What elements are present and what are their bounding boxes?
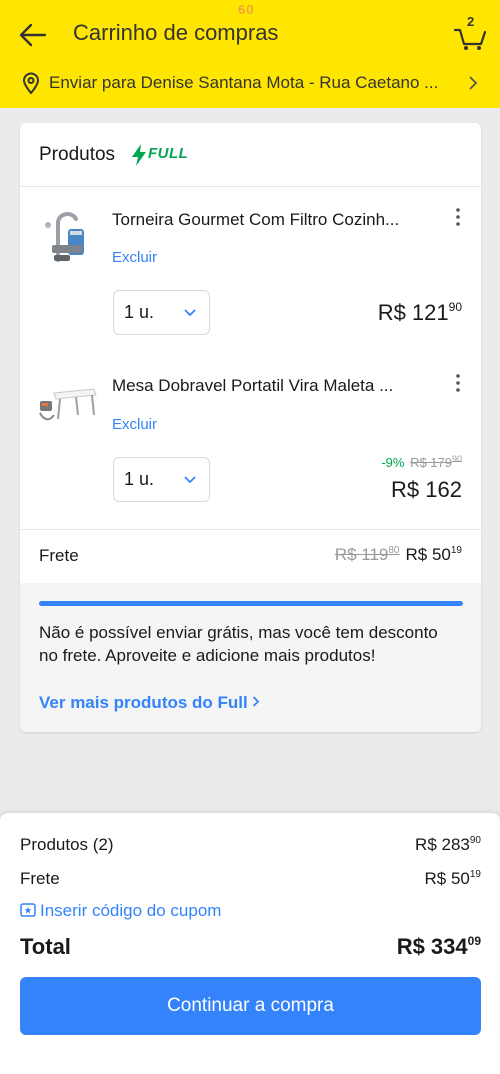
promo-message: Não é possível enviar grátis, mas você t… — [39, 623, 438, 665]
shipping-progress-bar — [39, 601, 463, 606]
summary-freight-cents: 19 — [469, 869, 481, 880]
page-title: Carrinho de compras — [73, 20, 279, 45]
card-header: Produtos FULL — [20, 123, 481, 187]
quantity-value: 1 u. — [124, 302, 155, 322]
summary-total-row: Total R$ 33409 — [20, 934, 481, 960]
shipping-address-text: Enviar para Denise Santana Mota - Rua Ca… — [49, 73, 439, 92]
cart-item: Torneira Gourmet Com Filtro Cozinh... Ex… — [20, 187, 481, 353]
price-cents: 90 — [448, 300, 462, 314]
total-integer: R$ 334 — [396, 934, 468, 959]
summary-products-label: Produtos (2) — [20, 835, 114, 854]
freight-label: Frete — [39, 546, 79, 565]
freight-row: Frete R$ 11980 R$ 5019 — [20, 529, 481, 583]
price-integer: R$ 162 — [391, 477, 462, 502]
freight-original-integer: R$ 119 — [334, 545, 389, 564]
cart-button[interactable]: 2 — [452, 12, 488, 52]
lightning-icon — [132, 144, 146, 166]
remove-link[interactable]: Excluir — [112, 416, 157, 433]
discount-percent: -9% — [381, 455, 405, 470]
shipping-address-bar[interactable]: Enviar para Denise Santana Mota - Rua Ca… — [0, 60, 500, 106]
total-value: R$ 33409 — [397, 934, 481, 960]
full-badge-label: FULL — [148, 145, 189, 162]
product-name[interactable]: Mesa Dobravel Portatil Vira Maleta ... — [112, 376, 432, 396]
total-cents: 09 — [467, 934, 481, 948]
freight-price-cents: 19 — [450, 545, 462, 556]
product-name[interactable]: Torneira Gourmet Com Filtro Cozinh... — [112, 210, 432, 230]
original-price: R$ 17990 — [410, 454, 462, 470]
cart-item: Mesa Dobravel Portatil Vira Maleta ... E… — [20, 353, 481, 529]
quantity-value: 1 u. — [124, 469, 155, 489]
folding-table-thumbnail — [39, 388, 97, 421]
freight-original-cents: 80 — [388, 545, 400, 556]
summary-freight-row: Frete R$ 5019 — [20, 869, 481, 889]
price-integer: R$ 121 — [377, 300, 449, 325]
freight-original-price: R$ 11980 — [335, 545, 400, 564]
summary-products-row: Produtos (2) R$ 28390 — [20, 835, 481, 855]
quantity-selector[interactable]: 1 u. — [113, 457, 210, 502]
original-price-integer: R$ 179 — [410, 455, 452, 470]
summary-products-cents: 90 — [469, 835, 481, 846]
cart-count-badge: 2 — [467, 14, 475, 29]
discount-line: -9% R$ 17990 — [381, 454, 462, 470]
remove-link[interactable]: Excluir — [112, 249, 157, 266]
full-badge: FULL — [131, 144, 188, 166]
summary-freight-label: Frete — [20, 869, 60, 888]
freight-price: R$ 5019 — [406, 545, 463, 564]
shipping-progress-fill — [39, 601, 463, 606]
more-options-icon[interactable] — [450, 373, 466, 393]
summary-products-value: R$ 28390 — [415, 835, 481, 855]
chevron-right-icon — [253, 696, 260, 707]
chevron-down-icon — [184, 309, 196, 317]
product-price: R$ 12190 — [378, 300, 462, 326]
original-price-cents: 90 — [451, 454, 462, 464]
top-header: 60 Carrinho de compras 2 Enviar para Den… — [0, 0, 500, 108]
fps-counter: 60 — [238, 2, 255, 17]
quantity-selector[interactable]: 1 u. — [113, 290, 210, 335]
chevron-right-icon — [469, 76, 478, 90]
summary-freight-value: R$ 5019 — [425, 869, 482, 889]
chevron-down-icon — [184, 476, 196, 484]
total-label: Total — [20, 934, 71, 959]
coupon-icon — [20, 903, 36, 917]
summary-products-integer: R$ 283 — [415, 835, 470, 854]
coupon-link[interactable]: Inserir código do cupom — [20, 901, 221, 921]
freight-price-integer: R$ 50 — [405, 545, 451, 564]
see-more-full-link[interactable]: Ver mais produtos do Full — [39, 693, 260, 713]
summary-freight-integer: R$ 50 — [424, 869, 470, 888]
see-more-full-label: Ver mais produtos do Full — [39, 693, 248, 712]
back-arrow-icon[interactable] — [18, 20, 48, 50]
free-shipping-promo: Não é possível enviar grátis, mas você t… — [20, 583, 481, 732]
products-card: Produtos FULL Torneira Gourmet Com Filtr… — [20, 123, 481, 732]
product-price: R$ 162 — [391, 477, 462, 503]
more-options-icon[interactable] — [450, 207, 466, 227]
faucet-thumbnail — [45, 212, 84, 262]
coupon-label: Inserir código do cupom — [40, 901, 222, 920]
continue-purchase-button[interactable]: Continuar a compra — [20, 977, 481, 1035]
freight-prices: R$ 11980 R$ 5019 — [335, 545, 462, 565]
order-summary: Produtos (2) R$ 28390 Frete R$ 5019 Inse… — [0, 813, 500, 1074]
location-pin-icon — [22, 72, 40, 94]
card-title: Produtos — [39, 144, 116, 165]
